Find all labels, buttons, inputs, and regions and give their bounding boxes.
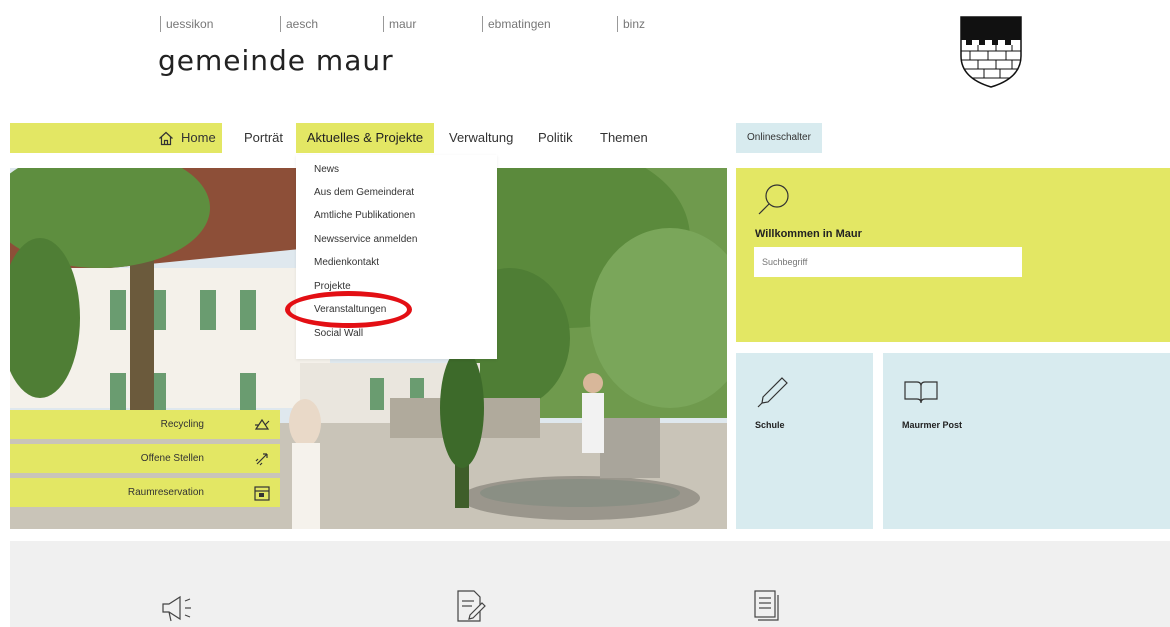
- book-icon: [904, 381, 938, 404]
- tile-label: Schule: [755, 420, 785, 430]
- coat-of-arms-icon[interactable]: [960, 16, 1022, 88]
- dropdown-item-news[interactable]: News: [314, 163, 339, 177]
- top-link-maur[interactable]: maur: [383, 16, 416, 32]
- quick-link-recycling[interactable]: Recycling: [10, 410, 280, 439]
- top-link-aesch[interactable]: aesch: [280, 16, 318, 32]
- search-input[interactable]: [754, 247, 1022, 277]
- quick-link-raumreservation[interactable]: Raumreservation: [10, 478, 280, 507]
- nav-home[interactable]: Home: [158, 123, 216, 153]
- dropdown-item-gemeinderat[interactable]: Aus dem Gemeinderat: [314, 186, 414, 200]
- highlight-ring: [285, 291, 412, 328]
- nav-aktuelles-projekte[interactable]: Aktuelles & Projekte: [296, 123, 434, 153]
- nav-verwaltung[interactable]: Verwaltung: [449, 123, 513, 153]
- search-icon: [758, 184, 789, 215]
- nav-themen[interactable]: Themen: [600, 123, 648, 153]
- quick-link-label: Raumreservation: [127, 487, 204, 498]
- site-title[interactable]: gemeinde maur: [158, 44, 394, 77]
- dropdown-item-medienkontakt[interactable]: Medienkontakt: [314, 256, 379, 270]
- quick-link-offene-stellen[interactable]: Offene Stellen: [10, 444, 280, 473]
- pen-icon: [757, 377, 788, 408]
- dropdown-item-social-wall[interactable]: Social Wall: [314, 327, 363, 341]
- quick-link-label: Offene Stellen: [140, 453, 204, 464]
- rocket-icon: [255, 453, 268, 466]
- bottom-section: [10, 541, 1170, 627]
- megaphone-icon[interactable]: [160, 593, 194, 623]
- nav-politik[interactable]: Politik: [538, 123, 573, 153]
- nav-home-label: Home: [181, 130, 216, 145]
- top-link-uessikon[interactable]: uessikon: [160, 16, 213, 32]
- dropdown-item-publikationen[interactable]: Amtliche Publikationen: [314, 209, 415, 223]
- calendar-icon: [254, 486, 270, 501]
- document-edit-icon[interactable]: [454, 589, 486, 623]
- top-link-binz[interactable]: binz: [617, 16, 645, 32]
- top-link-ebmatingen[interactable]: ebmatingen: [482, 16, 551, 32]
- tile-label: Maurmer Post: [902, 420, 963, 430]
- tile-schule[interactable]: Schule: [736, 353, 873, 529]
- quick-link-label: Recycling: [160, 419, 204, 430]
- document-icon[interactable]: [752, 589, 780, 623]
- dropdown-item-newsservice[interactable]: Newsservice anmelden: [314, 233, 417, 247]
- tile-maurmer-post[interactable]: Maurmer Post: [883, 353, 1170, 529]
- home-icon: [159, 131, 173, 145]
- welcome-title: Willkommen in Maur: [755, 228, 862, 240]
- dropdown-menu: News Aus dem Gemeinderat Amtliche Publik…: [296, 155, 497, 359]
- onlineschalter-button[interactable]: Onlineschalter: [736, 123, 822, 153]
- nav-portraet[interactable]: Porträt: [244, 123, 283, 153]
- recycling-icon: [254, 418, 270, 430]
- welcome-panel: Willkommen in Maur: [736, 168, 1170, 342]
